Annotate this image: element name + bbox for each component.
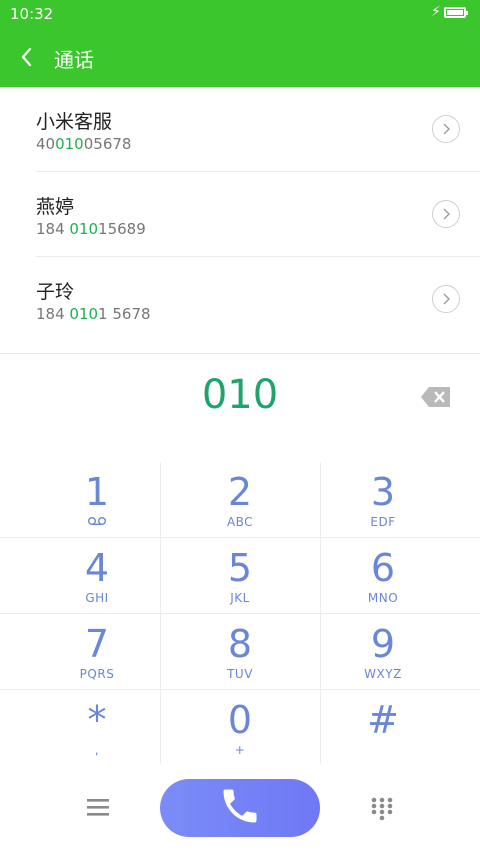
status-bar: 10:32 ⚡	[0, 0, 480, 28]
number-match: 010	[69, 220, 99, 238]
dial-key-6[interactable]: 6 MNO	[303, 538, 463, 613]
detail-chevron-icon[interactable]	[432, 285, 460, 313]
backspace-icon[interactable]	[420, 386, 452, 408]
dial-key-9[interactable]: 9 WXYZ	[303, 614, 463, 689]
contact-name: 燕婷	[36, 196, 75, 218]
detail-chevron-icon[interactable]	[432, 115, 460, 143]
voicemail-icon	[17, 515, 177, 529]
page-title: 通话	[54, 48, 94, 72]
divider	[0, 353, 480, 354]
dial-key-star[interactable]: * ,	[17, 690, 177, 765]
number-match: 010	[69, 305, 99, 323]
contact-name: 子玲	[36, 281, 75, 303]
phone-icon	[218, 784, 262, 832]
chevron-left-icon[interactable]	[16, 42, 44, 72]
dialpad-icon[interactable]	[369, 795, 395, 823]
call-button[interactable]	[160, 779, 320, 837]
menu-icon[interactable]	[84, 795, 112, 819]
status-time: 10:32	[10, 5, 54, 23]
contact-name: 小米客服	[36, 111, 113, 133]
dial-entry-display: 010	[201, 372, 279, 418]
dial-key-hash[interactable]: #	[303, 690, 463, 765]
dial-key-3[interactable]: 3 EDF	[303, 462, 463, 537]
bolt-icon: ⚡	[431, 4, 441, 20]
dial-key-8[interactable]: 8 TUV	[160, 614, 320, 689]
bottom-action-bar	[0, 765, 480, 853]
dial-key-7[interactable]: 7 PQRS	[17, 614, 177, 689]
dial-keypad: 1 2 ABC 3 EDF 4 GHI 5 JKL 6 MNO 7 PQRS 8…	[0, 462, 480, 764]
dial-key-4[interactable]: 4 GHI	[17, 538, 177, 613]
contact-item[interactable]: 子玲 184 0101 5678	[36, 257, 480, 341]
contact-item[interactable]: 小米客服 4001005678	[36, 87, 480, 172]
app-bar: 通话	[0, 28, 480, 87]
detail-chevron-icon[interactable]	[432, 200, 460, 228]
contact-item[interactable]: 燕婷 184 01015689	[36, 172, 480, 257]
contact-number: 184 01015689	[36, 220, 146, 238]
dial-key-2[interactable]: 2 ABC	[160, 462, 320, 537]
dial-key-1[interactable]: 1	[17, 462, 177, 537]
number-match: 010	[55, 135, 84, 153]
contact-number: 184 0101 5678	[36, 305, 151, 323]
contact-list: 小米客服 4001005678 燕婷 184 01015689 子玲 184 0…	[0, 87, 480, 341]
battery-icon	[444, 7, 468, 18]
dial-key-0[interactable]: 0 +	[160, 690, 320, 765]
contact-number: 4001005678	[36, 135, 132, 153]
dial-key-5[interactable]: 5 JKL	[160, 538, 320, 613]
